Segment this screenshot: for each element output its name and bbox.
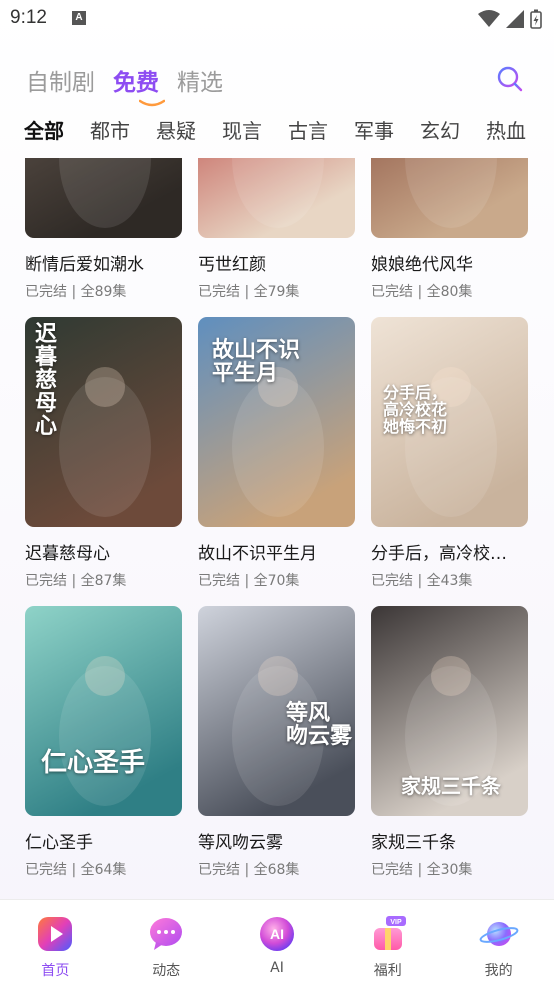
poster-title-text: 故山不识 平生月 (212, 337, 301, 387)
poster-title-text: 等风 吻云雾 (286, 700, 353, 750)
status-time: 9:12 (10, 7, 47, 28)
drama-card[interactable]: 家规三千条 家规三千条 已完结 | 全30集 (371, 606, 528, 895)
drama-list[interactable]: 断情后 爱如潮水断情后爱如潮水已完结 | 全89集丐世红颜已完结 | 全79集娘… (0, 158, 554, 899)
tab-free-label: 免费 (113, 70, 159, 96)
svg-text:AI: AI (270, 926, 284, 942)
category-ancient-romance[interactable]: 古言 (288, 115, 328, 151)
tab-self-made[interactable]: 自制剧 (26, 63, 95, 97)
drama-episode-status: 已完结 | 全68集 (198, 862, 300, 878)
drama-card[interactable]: 故山不识 平生月故山不识平生月已完结 | 全70集 (198, 317, 355, 606)
drama-title: 丐世红颜 (198, 255, 266, 275)
drama-poster: 娘 绝代 风华 (371, 158, 528, 238)
nav-feed-label: 动态 (152, 963, 181, 979)
notification-icon: A (72, 11, 86, 25)
top-tabs: 自制剧 免费 精选 (26, 58, 223, 107)
drama-poster (198, 158, 355, 238)
drama-episode-status: 已完结 | 全89集 (25, 284, 127, 300)
drama-card[interactable]: 娘 绝代 风华娘娘绝代风华已完结 | 全80集 (371, 158, 528, 317)
nav-ai[interactable]: AI AI (222, 900, 333, 986)
drama-episode-status: 已完结 | 全30集 (371, 862, 473, 878)
nav-home[interactable]: 首页 (0, 900, 111, 986)
nav-profile[interactable]: 我的 (443, 900, 554, 986)
drama-poster: 断情后 爱如潮水 (25, 158, 182, 238)
drama-episode-status: 已完结 | 全70集 (198, 573, 300, 589)
drama-card[interactable]: 迟 暮 慈 母 心迟暮慈母心已完结 | 全87集 (25, 317, 182, 606)
ai-icon: AI (259, 917, 294, 951)
drama-title: 仁心圣手 (25, 833, 93, 853)
nav-benefits-label: 福利 (373, 963, 402, 979)
nav-home-label: 首页 (41, 963, 70, 979)
category-hot-blood[interactable]: 热血 (486, 115, 526, 151)
drama-poster: 等风 吻云雾 (198, 606, 355, 816)
drama-title: 娘娘绝代风华 (371, 255, 473, 275)
drama-episode-status: 已完结 | 全80集 (371, 284, 473, 300)
drama-episode-status: 已完结 | 全87集 (25, 573, 127, 589)
poster-title-text: 家规三千条 (401, 774, 501, 798)
poster-title-text: 仁心圣手 (41, 748, 146, 778)
search-icon[interactable] (496, 65, 524, 93)
status-bar: 9:12 A (0, 0, 554, 38)
category-suspense[interactable]: 悬疑 (156, 115, 196, 151)
nav-profile-label: 我的 (484, 963, 513, 979)
drama-card[interactable]: 丐世红颜已完结 | 全79集 (198, 158, 355, 317)
category-military[interactable]: 军事 (354, 115, 394, 151)
home-play-icon (38, 917, 73, 951)
chat-bubble-icon (150, 918, 183, 950)
signal-icon (506, 10, 524, 28)
poster-title-text: 迟 暮 慈 母 心 (35, 321, 58, 440)
tab-free[interactable]: 免费 (113, 63, 165, 107)
drama-poster: 分手后， 高冷校花 她悔不初 (371, 317, 528, 527)
poster-title-text: 分手后， 高冷校花 她悔不初 (383, 383, 448, 436)
drama-poster: 仁心圣手 (25, 606, 182, 816)
drama-title: 故山不识平生月 (198, 544, 317, 564)
svg-text:VIP: VIP (390, 919, 402, 926)
drama-poster: 迟 暮 慈 母 心 (25, 317, 182, 527)
tab-featured[interactable]: 精选 (177, 63, 223, 97)
nav-feed[interactable]: 动态 (111, 900, 222, 986)
drama-title: 迟暮慈母心 (25, 544, 110, 564)
drama-poster: 故山不识 平生月 (198, 317, 355, 527)
bottom-nav: 首页 动态 AI AI VIP 福利 我的 (0, 899, 554, 986)
nav-benefits[interactable]: VIP 福利 (332, 900, 443, 986)
drama-card[interactable]: 断情后 爱如潮水断情后爱如潮水已完结 | 全89集 (25, 158, 182, 317)
active-tab-swoosh-icon (139, 99, 165, 107)
drama-episode-status: 已完结 | 全79集 (198, 284, 300, 300)
battery-icon (530, 9, 542, 29)
category-fantasy[interactable]: 玄幻 (420, 115, 460, 151)
drama-poster: 家规三千条 (371, 606, 528, 816)
planet-icon (479, 922, 518, 946)
drama-grid: 断情后 爱如潮水断情后爱如潮水已完结 | 全89集丐世红颜已完结 | 全79集娘… (25, 158, 535, 895)
drama-title: 分手后，高冷校… (371, 544, 507, 564)
drama-title: 等风吻云雾 (198, 833, 283, 853)
drama-episode-status: 已完结 | 全43集 (371, 573, 473, 589)
category-urban[interactable]: 都市 (90, 115, 130, 151)
nav-ai-label: AI (270, 960, 284, 976)
category-filter: 全部 都市 悬疑 现言 古言 军事 玄幻 热血 (24, 115, 554, 151)
drama-episode-status: 已完结 | 全64集 (25, 862, 127, 878)
status-icons (478, 8, 542, 30)
drama-title: 断情后爱如潮水 (25, 255, 144, 275)
vip-gift-icon: VIP (373, 916, 406, 950)
category-modern-romance[interactable]: 现言 (222, 115, 262, 151)
drama-card[interactable]: 等风 吻云雾等风吻云雾已完结 | 全68集 (198, 606, 355, 895)
category-all[interactable]: 全部 (24, 115, 64, 151)
wifi-icon (478, 10, 500, 27)
drama-card[interactable]: 仁心圣手 仁心圣手 已完结 | 全64集 (25, 606, 182, 895)
drama-title: 家规三千条 (371, 833, 456, 853)
drama-card[interactable]: 分手后， 高冷校花 她悔不初分手后，高冷校… 已完结 | 全43集 (371, 317, 528, 606)
